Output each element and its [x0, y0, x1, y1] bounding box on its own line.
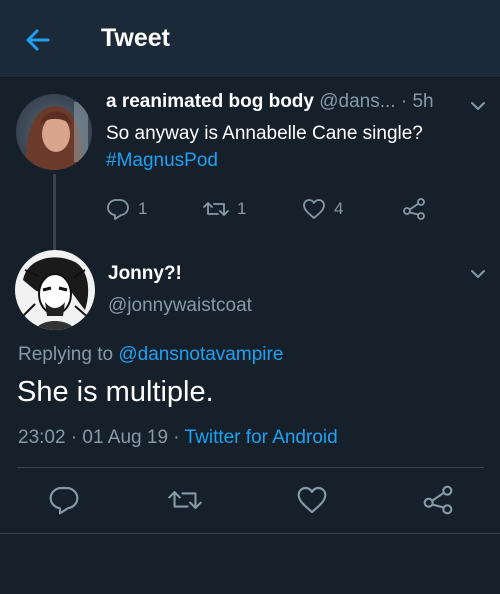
retweet-action[interactable]: 1	[203, 196, 246, 222]
heart-icon	[297, 486, 327, 514]
top-bar: Tweet	[0, 0, 500, 78]
main-avatar[interactable]	[15, 250, 95, 330]
reply-count: 1	[138, 199, 148, 218]
main-like-button[interactable]	[296, 484, 328, 516]
replying-to: Replying to @dansnotavampire	[18, 344, 283, 366]
parent-time: · 5h	[400, 91, 434, 112]
heart-icon	[303, 199, 325, 219]
main-tweet: Jonny?! @jonnywaistcoat Replying to @dan…	[0, 250, 500, 594]
chevron-down-icon	[471, 270, 485, 278]
main-tweet-text: She is multiple.	[17, 376, 214, 408]
main-handle[interactable]: @jonnywaistcoat	[108, 295, 252, 317]
retweet-icon	[203, 202, 229, 216]
main-retweet-button[interactable]	[168, 484, 202, 516]
parent-name-row: a reanimated bog body @dans... · 5h	[106, 91, 434, 113]
reply-action[interactable]: 1	[106, 196, 147, 222]
bottom-divider	[0, 533, 500, 534]
replying-prefix: Replying to	[18, 344, 114, 365]
tweet-meta: 23:02 · 01 Aug 19 · Twitter for Android	[18, 427, 338, 449]
like-action[interactable]: 4	[302, 196, 343, 222]
back-button[interactable]	[22, 24, 54, 56]
share-icon	[423, 485, 453, 515]
main-share-button[interactable]	[422, 484, 454, 516]
page-title: Tweet	[101, 24, 170, 52]
reply-icon	[49, 486, 79, 515]
main-more-button[interactable]	[468, 264, 488, 284]
share-action[interactable]	[402, 196, 426, 222]
reply-icon	[107, 199, 129, 220]
replying-to-handle[interactable]: @dansnotavampire	[118, 344, 283, 365]
parent-avatar[interactable]	[16, 94, 92, 170]
parent-text-line: So anyway is Annabelle Cane single?	[106, 123, 423, 144]
main-reply-button[interactable]	[48, 484, 80, 516]
parent-display-name[interactable]: a reanimated bog body	[106, 91, 314, 112]
like-count: 4	[334, 199, 344, 218]
meta-divider	[17, 467, 484, 468]
parent-more-button[interactable]	[468, 96, 488, 116]
retweet-count: 1	[237, 199, 247, 218]
parent-tweet[interactable]: a reanimated bog body @dans... · 5h So a…	[0, 78, 500, 324]
parent-tweet-text: So anyway is Annabelle Cane single? #Mag…	[106, 120, 476, 174]
tweet-timestamp: 23:02 · 01 Aug 19 ·	[18, 427, 180, 448]
chevron-down-icon	[471, 102, 485, 110]
arrow-left-icon	[26, 29, 50, 51]
tweet-source-link[interactable]: Twitter for Android	[185, 427, 338, 448]
share-icon	[403, 198, 425, 220]
parent-handle[interactable]: @dans...	[319, 91, 395, 112]
hashtag-link[interactable]: #MagnusPod	[106, 147, 476, 174]
retweet-icon	[168, 491, 202, 509]
main-display-name[interactable]: Jonny?!	[108, 263, 182, 285]
